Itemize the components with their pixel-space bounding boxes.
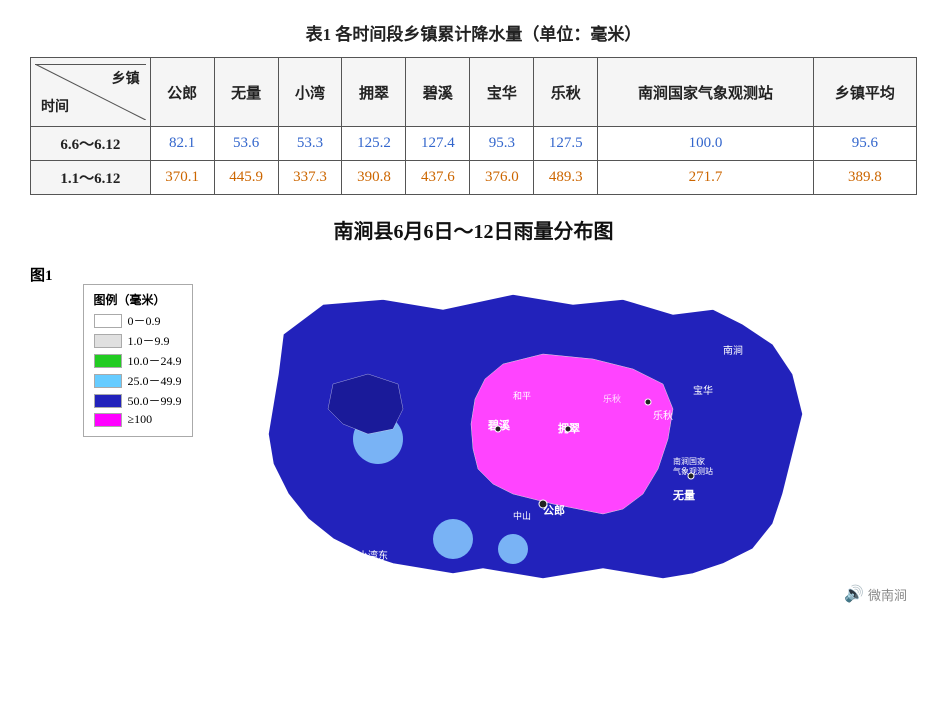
page: 表1 各时间段乡镇累计降水量（单位：毫米） 乡镇 时间 公郎 (0, 0, 947, 634)
row2-col3: 337.3 (278, 161, 342, 195)
legend-label-0: 0－0.9 (128, 312, 161, 329)
legend-label-3: 25.0－49.9 (128, 372, 182, 389)
legend-color-0 (94, 314, 122, 328)
col-header-station: 南涧国家气象观测站 (598, 58, 813, 127)
col-header-leqiu: 乐秋 (534, 58, 598, 127)
legend-item-3: 25.0－49.9 (94, 372, 182, 389)
row1-col3: 53.3 (278, 127, 342, 161)
col-header-xiaowan: 小湾 (278, 58, 342, 127)
svg-text:和平: 和平 (513, 391, 531, 401)
row1-col4: 125.2 (342, 127, 406, 161)
table-title: 表1 各时间段乡镇累计降水量（单位：毫米） (30, 20, 917, 45)
legend-label-5: ≥100 (128, 412, 153, 427)
row2-col2: 445.9 (214, 161, 278, 195)
row1-col1: 82.1 (150, 127, 214, 161)
watermark: 🔊 微南涧 (844, 584, 907, 604)
row2-col6: 376.0 (470, 161, 534, 195)
map-container: 图1 图例（毫米） 0－0.9 1.0－9.9 10.0－24.9 (30, 254, 917, 614)
table-row-1: 6.6～6.12 82.1 53.6 53.3 125.2 127.4 95.3… (31, 127, 917, 161)
map-svg: 碧溪 拥翠 公郎 无量 乐秋 宝华 小湾东 南涧 南涧国家 气象观测站 和平 (203, 254, 883, 614)
legend-item-1: 1.0－9.9 (94, 332, 182, 349)
row2-col8: 271.7 (598, 161, 813, 195)
legend-label-1: 1.0－9.9 (128, 332, 170, 349)
svg-text:中山: 中山 (513, 510, 531, 521)
table-corner-header: 乡镇 时间 (31, 58, 151, 127)
legend-color-5 (94, 413, 122, 427)
row2-col9: 389.8 (813, 161, 916, 195)
legend-item-0: 0－0.9 (94, 312, 182, 329)
svg-text:乐秋: 乐秋 (603, 393, 621, 404)
legend-label-4: 50.0－99.9 (128, 392, 182, 409)
col-header-bixi: 碧溪 (406, 58, 470, 127)
svg-text:南涧: 南涧 (723, 344, 743, 357)
row-period-1: 6.6～6.12 (31, 127, 151, 161)
col-header-baohua: 宝华 (470, 58, 534, 127)
legend-color-2 (94, 354, 122, 368)
legend-title: 图例（毫米） (94, 291, 182, 308)
legend-item-4: 50.0－99.9 (94, 392, 182, 409)
map-legend: 图例（毫米） 0－0.9 1.0－9.9 10.0－24.9 25.0－49.9 (83, 284, 193, 437)
legend-color-1 (94, 334, 122, 348)
legend-label-2: 10.0－24.9 (128, 352, 182, 369)
legend-color-3 (94, 374, 122, 388)
col-header-gonglang: 公郎 (150, 58, 214, 127)
row1-col6: 95.3 (470, 127, 534, 161)
map-area: 图例（毫米） 0－0.9 1.0－9.9 10.0－24.9 25.0－49.9 (63, 254, 917, 614)
svg-text:无量: 无量 (672, 489, 695, 502)
svg-text:乐秋: 乐秋 (653, 409, 673, 422)
rain-table: 乡镇 时间 公郎 无量 小湾 拥翠 碧溪 宝华 乐秋 南涧国家气象观测站 乡镇平… (30, 57, 917, 195)
row1-col7: 127.5 (534, 127, 598, 161)
row2-col1: 370.1 (150, 161, 214, 195)
col-header-avg: 乡镇平均 (813, 58, 916, 127)
row2-col7: 489.3 (534, 161, 598, 195)
corner-top-label: 乡镇 (112, 68, 140, 88)
col-header-wuliang: 无量 (214, 58, 278, 127)
legend-item-5: ≥100 (94, 412, 182, 427)
row1-col9: 95.6 (813, 127, 916, 161)
row1-col2: 53.6 (214, 127, 278, 161)
svg-text:宝华: 宝华 (693, 384, 713, 397)
fig-label: 图1 (30, 264, 53, 614)
row-period-2: 1.1～6.12 (31, 161, 151, 195)
row1-col8: 100.0 (598, 127, 813, 161)
row2-col5: 437.6 (406, 161, 470, 195)
table-row-2: 1.1～6.12 370.1 445.9 337.3 390.8 437.6 3… (31, 161, 917, 195)
legend-color-4 (94, 394, 122, 408)
svg-text:南涧国家: 南涧国家 (673, 456, 705, 466)
legend-item-2: 10.0－24.9 (94, 352, 182, 369)
row2-col4: 390.8 (342, 161, 406, 195)
map-title: 南涧县6月6日～12日雨量分布图 (30, 215, 917, 244)
row1-col5: 127.4 (406, 127, 470, 161)
watermark-icon: 🔊 (844, 584, 864, 604)
watermark-text: 微南涧 (868, 585, 907, 604)
corner-bottom-label: 时间 (41, 96, 69, 116)
col-header-yongcui: 拥翠 (342, 58, 406, 127)
